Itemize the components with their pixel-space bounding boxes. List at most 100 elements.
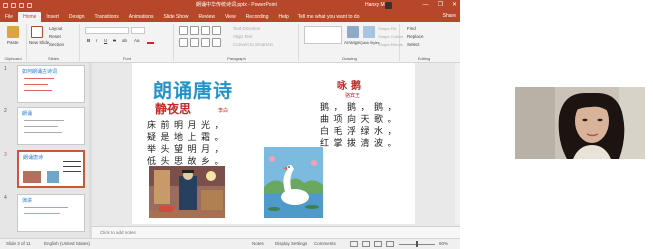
new-slide-button[interactable]: New Slide: [29, 40, 49, 46]
convert-smartart-button[interactable]: Convert to SmartArt: [233, 42, 273, 48]
increase-indent-icon[interactable]: [212, 26, 221, 35]
redo-icon[interactable]: [19, 3, 24, 8]
tab-transitions[interactable]: Transitions: [90, 12, 124, 22]
tab-review[interactable]: Review: [194, 12, 220, 22]
section-button[interactable]: Section: [49, 42, 64, 48]
arrange-button[interactable]: Arrange: [344, 40, 360, 46]
zoom-level[interactable]: 60%: [439, 239, 448, 249]
bullets-icon[interactable]: [179, 26, 188, 35]
font-name-box[interactable]: [85, 27, 129, 34]
slide-number: 2: [4, 108, 7, 114]
slideshow-view-icon[interactable]: [386, 241, 394, 247]
restore-button[interactable]: ❐: [438, 0, 443, 11]
normal-view-icon[interactable]: [350, 241, 358, 247]
poem1-author[interactable]: 李白: [218, 107, 228, 114]
tab-insert[interactable]: Insert: [41, 12, 64, 22]
find-button[interactable]: Find: [407, 26, 416, 32]
shape-fill-button[interactable]: Shape Fill: [378, 26, 396, 32]
layout-button[interactable]: Layout: [49, 26, 63, 32]
thumbnail-line: [63, 171, 81, 172]
clipboard-group: Paste Clipboard: [0, 24, 27, 61]
presenter-video-picture: [515, 87, 645, 159]
comments-button[interactable]: Comments: [314, 239, 336, 249]
paste-button[interactable]: Paste: [7, 40, 19, 46]
save-icon[interactable]: [3, 3, 8, 8]
tab-recording[interactable]: Recording: [241, 12, 274, 22]
tell-me-search[interactable]: Tell me what you want to do: [298, 12, 360, 22]
editing-group: Find Replace Select Editing: [401, 24, 447, 61]
thumbnail-title: 朗诵: [22, 111, 33, 117]
align-left-icon[interactable]: [179, 38, 188, 47]
align-center-icon[interactable]: [190, 38, 199, 47]
language-indicator[interactable]: English (United States): [44, 239, 90, 249]
tab-animations[interactable]: Animations: [124, 12, 159, 22]
align-text-button[interactable]: Align Text: [233, 34, 252, 40]
shape-effects-button[interactable]: Shape Effects: [378, 42, 403, 48]
slide-number: 3: [4, 152, 7, 158]
tab-view[interactable]: View: [220, 12, 241, 22]
current-slide[interactable]: 朗诵唐诗 静夜思 李白 床前明月光， 疑是地上霜。 举头望明月， 低头思故乡。 …: [132, 63, 415, 224]
undo-icon[interactable]: [11, 3, 16, 8]
slide-thumbnail-3[interactable]: 朗诵唐诗: [17, 150, 85, 188]
thumbnail-line: [24, 120, 64, 121]
tab-slide-show[interactable]: Slide Show: [159, 12, 194, 22]
new-slide-icon[interactable]: [31, 26, 43, 38]
arrange-icon[interactable]: [347, 26, 359, 38]
slide-number: 4: [4, 195, 7, 201]
poem1-title[interactable]: 静夜思: [155, 100, 191, 117]
font-size-box[interactable]: [131, 27, 145, 34]
slide-title[interactable]: 朗诵唐诗: [153, 76, 233, 103]
reset-button[interactable]: Reset: [49, 34, 61, 40]
webcam-video: [515, 87, 645, 159]
slide-sorter-icon[interactable]: [362, 241, 370, 247]
paste-icon[interactable]: [7, 26, 19, 38]
drawing-group: Arrange Quick Styles Shape Fill Shape Ou…: [300, 24, 403, 61]
notes-toggle[interactable]: Notes: [252, 239, 264, 249]
goose-picture: [264, 147, 323, 218]
tab-file[interactable]: File: [0, 12, 18, 22]
slide-thumbnail-4[interactable]: 演讲: [17, 194, 85, 232]
text-shadow-button[interactable]: ab: [122, 38, 127, 44]
tab-design[interactable]: Design: [64, 12, 90, 22]
decrease-indent-icon[interactable]: [201, 26, 210, 35]
replace-button[interactable]: Replace: [407, 34, 424, 40]
shape-outline-button[interactable]: Shape Outline: [378, 34, 403, 40]
reading-view-icon[interactable]: [374, 241, 382, 247]
justify-icon[interactable]: [212, 38, 221, 47]
tab-home[interactable]: Home: [18, 12, 42, 22]
slide-thumbnail-1[interactable]: 如何朗诵古诗词: [17, 65, 85, 103]
font-color-icon[interactable]: [147, 38, 154, 44]
italic-button[interactable]: I: [96, 38, 97, 44]
notes-pane[interactable]: Click to add notes: [92, 226, 460, 238]
change-case-button[interactable]: Aa: [134, 38, 140, 44]
start-slideshow-icon[interactable]: [27, 3, 32, 8]
editor-scrollbar[interactable]: [455, 63, 460, 224]
goose-illustration[interactable]: [264, 147, 323, 218]
night-thoughts-illustration[interactable]: [149, 166, 225, 218]
close-button[interactable]: ✕: [452, 0, 457, 11]
strikethrough-button[interactable]: S: [113, 38, 116, 44]
poem2-author[interactable]: 骆宾王: [345, 92, 360, 99]
thumbnail-image: [47, 171, 59, 183]
minimize-button[interactable]: —: [423, 0, 429, 11]
bold-button[interactable]: B: [87, 38, 90, 44]
align-right-icon[interactable]: [201, 38, 210, 47]
display-settings-button[interactable]: Display Settings: [275, 239, 307, 249]
quick-access-toolbar: [3, 0, 32, 8]
slide-thumbnail-2[interactable]: 朗诵: [17, 107, 85, 145]
text-direction-button[interactable]: Text Direction: [233, 26, 260, 32]
quick-styles-icon[interactable]: [363, 26, 375, 38]
shapes-gallery[interactable]: [304, 26, 342, 44]
zoom-slider-thumb[interactable]: [416, 241, 418, 247]
select-button[interactable]: Select: [407, 42, 420, 48]
numbering-icon[interactable]: [190, 26, 199, 35]
poem2-line[interactable]: 红掌拨清波。: [320, 136, 401, 149]
thumbnail-title: 演讲: [22, 198, 33, 204]
quick-styles-button[interactable]: Quick Styles: [360, 40, 379, 46]
share-button[interactable]: Share: [443, 12, 456, 21]
tab-help[interactable]: Help: [273, 12, 293, 22]
underline-button[interactable]: U: [104, 38, 107, 44]
clipboard-label: Clipboard: [4, 56, 22, 61]
user-avatar[interactable]: [385, 2, 392, 9]
poem2-title[interactable]: 咏鹅: [337, 77, 365, 92]
